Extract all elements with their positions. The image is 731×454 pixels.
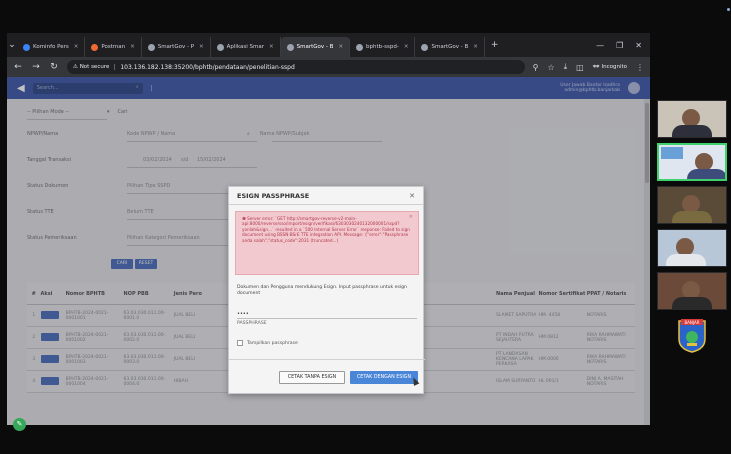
tab-favicon-icon [421, 43, 429, 51]
tab-favicon-icon [147, 43, 155, 51]
not-secure-indicator[interactable]: ⚠ Not secure [73, 64, 116, 70]
window-controls: — ❐ ✕ [596, 41, 650, 50]
download-icon[interactable]: ⤓ [564, 62, 568, 72]
video-tile-5[interactable] [657, 272, 727, 310]
checkbox[interactable] [237, 340, 243, 346]
tab-favicon-icon [216, 43, 224, 51]
alert-close-icon[interactable]: ✕ [409, 214, 413, 220]
tab-label: Postman [101, 44, 126, 50]
address-bar[interactable]: ⚠ Not secure 103.136.182.138:35200/bphtb… [67, 60, 525, 74]
browser-tab[interactable]: SmartGov - B ✕ [415, 37, 485, 57]
restore-icon[interactable]: ❐ [616, 41, 623, 50]
tab-label: bphtb-sspd- [366, 44, 399, 50]
browser-tab[interactable]: bphtb-sspd- ✕ [350, 37, 416, 57]
tab-label: SmartGov - B [296, 44, 334, 50]
tab-label: SmartGov - P [157, 44, 195, 50]
back-icon[interactable]: ← [13, 62, 23, 72]
modal-title: ESIGN PASSPHRASE [237, 191, 310, 200]
minimize-icon[interactable]: — [596, 41, 604, 50]
participant-body [666, 254, 706, 266]
esign-modal: ESIGN PASSPHRASE ✕ ❶ Server error: `GET … [228, 186, 425, 394]
browser-tab[interactable]: SmartGov - P ✕ [142, 37, 211, 57]
edit-pencil-icon[interactable]: ✎ [13, 418, 26, 431]
tab-favicon-icon [286, 43, 294, 51]
screen: ⌄ Kominfo Pers ✕ Postman ✕ SmartGov - P ✕ Apli… [0, 0, 731, 454]
close-icon[interactable]: ✕ [409, 192, 415, 200]
print-with-esign-button[interactable]: CETAK DENGAN ESIGN [350, 371, 418, 384]
screen-preview [661, 147, 683, 159]
tab-favicon-icon [356, 43, 364, 51]
toolbar-right: ⚲ ☆ ⤓ ◫ 🕶 Incognito ⋮ [533, 62, 644, 72]
video-tile-2-active[interactable] [657, 143, 727, 181]
reload-icon[interactable]: ↻ [49, 62, 59, 72]
tab-favicon-icon [91, 43, 99, 51]
tab-search-icon[interactable]: ⌄ [7, 40, 17, 50]
modal-divider [229, 359, 425, 360]
passphrase-input[interactable] [237, 309, 417, 319]
tab-label: Kominfo Pers [33, 44, 69, 50]
tab-close-icon[interactable]: ✕ [74, 44, 79, 50]
modal-header: ESIGN PASSPHRASE ✕ [229, 187, 423, 205]
participant-body [672, 211, 712, 223]
banjar-logo-icon: BANJAR [678, 319, 706, 353]
print-without-esign-button[interactable]: CETAK TANPA ESIGN [279, 371, 345, 384]
video-tile-1[interactable] [657, 100, 727, 138]
browser-tabstrip: ⌄ Kominfo Pers ✕ Postman ✕ SmartGov - P ✕ Apli… [7, 33, 650, 57]
tab-close-icon[interactable]: ✕ [269, 44, 274, 50]
sidebar-icon[interactable]: ◫ [576, 63, 584, 72]
browser-tab[interactable]: SmartGov - B ✕ [280, 37, 351, 57]
show-passphrase-toggle[interactable]: Tampilkan passphrase [237, 340, 298, 346]
error-message: Server error: `GET http://smartgov-rever… [242, 216, 410, 243]
browser-tab[interactable]: Kominfo Pers ✕ [17, 37, 86, 57]
error-alert: ❶ Server error: `GET http://smartgov-rev… [235, 211, 419, 275]
web-page: ◀ Search... ⌕ | User Jawab Bantar Isadhr… [7, 77, 650, 425]
status-dot [727, 8, 730, 11]
passphrase-label: PASSPHRASE [237, 321, 267, 326]
modal-description: Dokumen dan Pengguna mendukung Esign. In… [237, 285, 407, 296]
bookmark-star-icon[interactable]: ☆ [547, 63, 554, 72]
browser-tab[interactable]: Postman ✕ [85, 37, 142, 57]
video-tile-3[interactable] [657, 186, 727, 224]
zoom-icon[interactable]: ⚲ [533, 63, 539, 72]
tab-favicon-icon [23, 43, 30, 51]
menu-icon[interactable]: ⋮ [636, 63, 644, 72]
tab-close-icon[interactable]: ✕ [338, 44, 343, 50]
url-text: 103.136.182.138:35200/bphtb/pendataan/pe… [120, 63, 295, 71]
incognito-label: Incognito [601, 64, 627, 70]
tab-close-icon[interactable]: ✕ [199, 44, 204, 50]
tab-close-icon[interactable]: ✕ [473, 44, 478, 50]
participant-body [672, 125, 712, 137]
tab-close-icon[interactable]: ✕ [404, 44, 409, 50]
tab-label: SmartGov - B [431, 44, 469, 50]
close-window-icon[interactable]: ✕ [635, 41, 642, 50]
show-passphrase-label: Tampilkan passphrase [247, 340, 298, 346]
participant-body [672, 297, 712, 309]
participant-body [687, 169, 725, 179]
video-tile-4[interactable] [657, 229, 727, 267]
not-secure-label: Not secure [79, 64, 110, 70]
new-tab-button[interactable]: + [485, 40, 505, 50]
incognito-badge[interactable]: 🕶 Incognito [593, 64, 627, 70]
browser-toolbar: ← → ↻ ⚠ Not secure 103.136.182.138:35200… [7, 57, 650, 77]
tab-close-icon[interactable]: ✕ [130, 44, 135, 50]
logo-text: BANJAR [684, 320, 699, 325]
tab-label: Aplikasi Smar [226, 44, 265, 50]
browser-tab[interactable]: Aplikasi Smar ✕ [211, 37, 281, 57]
forward-icon[interactable]: → [31, 62, 41, 72]
